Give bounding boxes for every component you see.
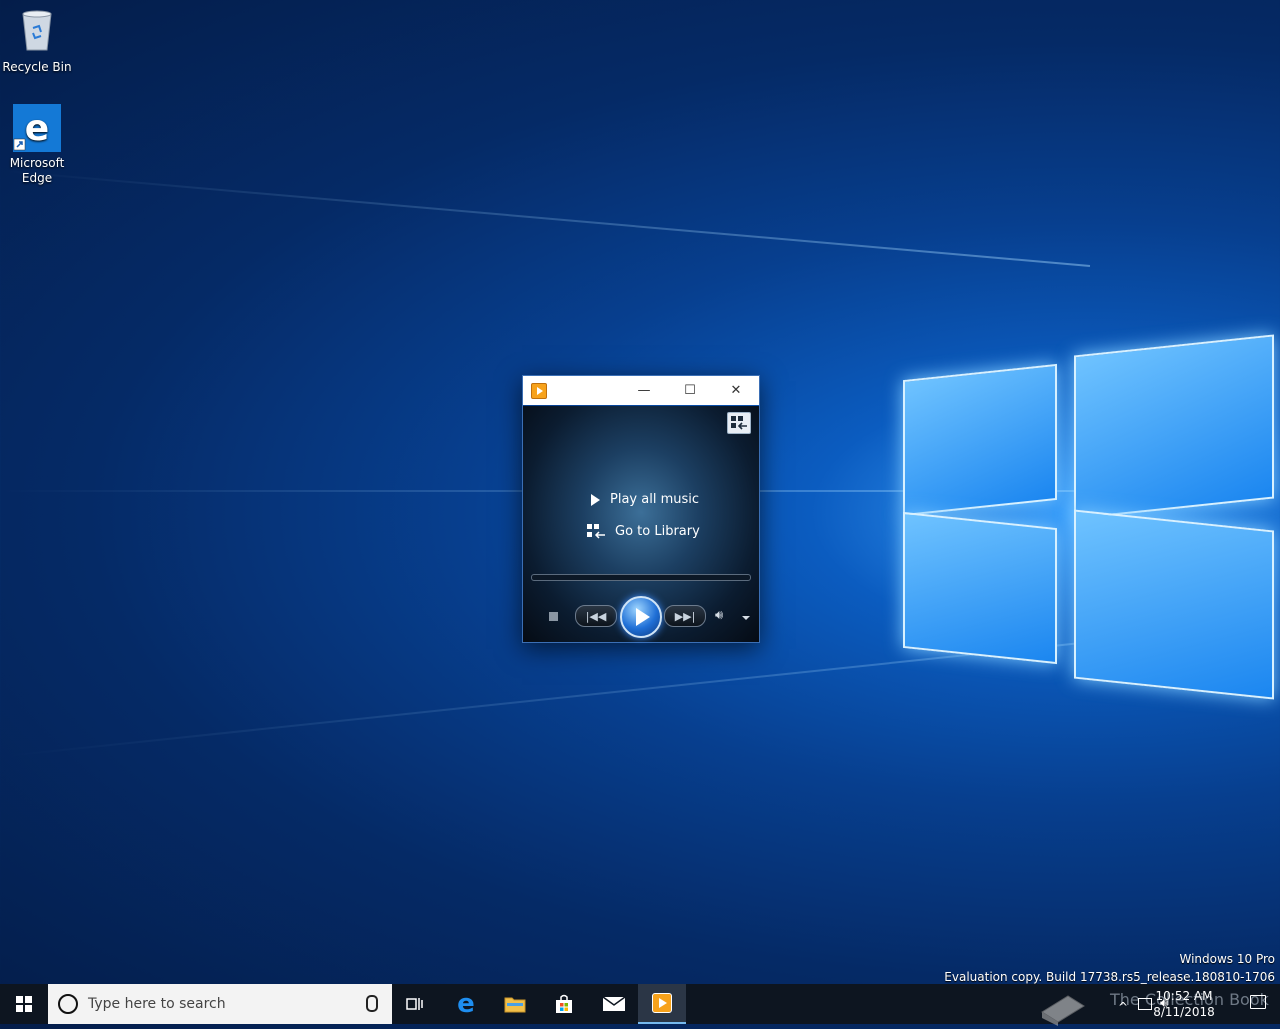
- cortana-icon: [58, 994, 78, 1014]
- mute-button[interactable]: 🔊︎: [715, 608, 723, 623]
- edition-text: Windows 10 Pro: [1179, 952, 1275, 966]
- taskbar-mail-button[interactable]: [590, 984, 638, 1024]
- media-player-icon: [652, 993, 672, 1013]
- play-icon: [591, 493, 600, 506]
- play-all-music-link[interactable]: Play all music: [587, 492, 699, 507]
- store-bag-icon: [556, 994, 572, 1013]
- taskbar-file-explorer-button[interactable]: [491, 984, 539, 1024]
- taskbar-edge-button[interactable]: e: [442, 984, 490, 1024]
- microphone-icon[interactable]: [366, 995, 378, 1012]
- speaker-icon: 🔊︎: [715, 608, 724, 623]
- action-center-icon[interactable]: [1250, 995, 1266, 1009]
- desktop-watermark: Windows 10 Pro Evaluation copy. Build 17…: [944, 950, 1275, 986]
- task-view-button[interactable]: [392, 984, 440, 1024]
- clock-time: 10:52 AM: [1155, 989, 1213, 1003]
- light-beam: [4, 170, 1091, 267]
- play-all-music-label: Play all music: [610, 492, 700, 507]
- desktop-icon-label: Recycle Bin: [2, 60, 72, 74]
- switch-to-library-button[interactable]: [727, 412, 751, 434]
- library-grid-icon: [587, 524, 605, 539]
- svg-text:e: e: [25, 108, 49, 149]
- system-tray: The Collection Book ^ 🔊︎ 10:52 AM 8/11/2…: [1020, 984, 1280, 1026]
- close-button[interactable]: ✕: [713, 376, 759, 405]
- volume-dropdown-chevron-icon[interactable]: [742, 616, 750, 620]
- edge-icon: e: [457, 989, 475, 1019]
- minimize-button[interactable]: —: [621, 376, 667, 405]
- start-button[interactable]: [0, 984, 48, 1024]
- window-logo-pane: [903, 363, 1057, 517]
- seek-bar[interactable]: [531, 574, 751, 581]
- search-box[interactable]: Type here to search: [48, 984, 392, 1024]
- edge-icon: e: [13, 104, 61, 152]
- recycle-bin-icon: [1, 8, 73, 56]
- window-logo-pane: [1074, 334, 1274, 520]
- clock[interactable]: 10:52 AM 8/11/2018: [1146, 988, 1222, 1020]
- maximize-button[interactable]: ☐: [667, 376, 713, 405]
- desktop-icon-microsoft-edge[interactable]: e Microsoft Edge: [1, 104, 73, 186]
- taskbar: Type here to search e The Collection Boo…: [0, 984, 1280, 1026]
- desktop-icon-label: Microsoft Edge: [9, 156, 65, 185]
- media-player-icon: [531, 383, 547, 399]
- desktop-icon-recycle-bin[interactable]: Recycle Bin: [1, 8, 73, 75]
- windows-logo-icon: [16, 996, 32, 1012]
- clock-date: 8/11/2018: [1153, 1005, 1215, 1019]
- next-icon: ▶▶|: [674, 609, 696, 623]
- taskbar-store-button[interactable]: [540, 984, 588, 1024]
- play-button[interactable]: [620, 596, 662, 638]
- title-bar[interactable]: — ☐ ✕: [523, 376, 759, 405]
- go-to-library-link[interactable]: Go to Library: [587, 523, 700, 539]
- search-placeholder: Type here to search: [88, 996, 226, 1012]
- stop-button[interactable]: [549, 612, 558, 621]
- task-view-icon: [406, 998, 423, 1010]
- next-button[interactable]: ▶▶|: [664, 605, 706, 627]
- window-logo-pane: [1074, 509, 1274, 700]
- now-playing-area: Play all music Go to Library |◀◀ ▶▶| 🔊︎: [523, 406, 759, 642]
- media-player-window[interactable]: — ☐ ✕ Play all music Go to Library |◀◀ ▶…: [522, 375, 760, 643]
- window-logo-pane: [903, 511, 1057, 665]
- show-hidden-icons-chevron-icon[interactable]: ^: [1118, 1000, 1128, 1014]
- go-to-library-label: Go to Library: [615, 523, 700, 539]
- previous-icon: |◀◀: [585, 609, 607, 623]
- library-grid-icon: [731, 416, 747, 430]
- light-beam: [5, 640, 1101, 757]
- playback-controls: |◀◀ ▶▶| 🔊︎: [523, 596, 759, 640]
- taskbar-media-player-button[interactable]: [638, 984, 686, 1024]
- folder-icon: [504, 997, 526, 1013]
- mail-icon: [602, 996, 626, 1011]
- previous-button[interactable]: |◀◀: [575, 605, 617, 627]
- watermark-book-logo-icon: [1038, 992, 1088, 1029]
